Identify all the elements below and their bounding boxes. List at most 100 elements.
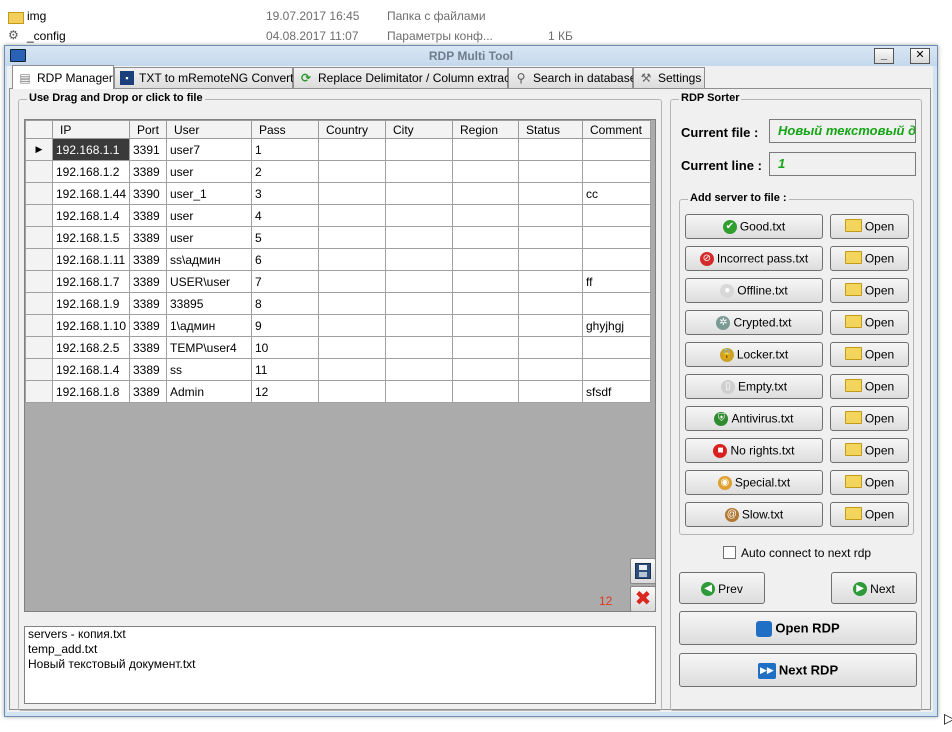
table-cell[interactable]: 3389: [129, 314, 167, 337]
table-cell[interactable]: user: [166, 204, 252, 227]
row-header[interactable]: [25, 160, 53, 183]
open-file-button[interactable]: Open: [830, 246, 909, 271]
table-cell[interactable]: [518, 248, 583, 271]
table-row[interactable]: 192.168.1.5 3389 user 5: [25, 226, 651, 249]
table-cell[interactable]: user_1: [166, 182, 252, 205]
table-cell[interactable]: [318, 336, 386, 359]
add-to-locker-button[interactable]: 🔒 Locker.txt: [685, 342, 823, 367]
table-cell[interactable]: [452, 358, 519, 381]
table-cell[interactable]: 3389: [129, 292, 167, 315]
table-cell[interactable]: [385, 270, 453, 293]
table-cell[interactable]: [518, 380, 583, 403]
next-rdp-button[interactable]: ▶▶ Next RDP: [679, 653, 917, 687]
open-file-button[interactable]: Open: [830, 310, 909, 335]
add-to-antivirus-button[interactable]: ⛨ Antivirus.txt: [685, 406, 823, 431]
table-cell[interactable]: 3389: [129, 380, 167, 403]
auto-connect-checkbox[interactable]: [723, 546, 736, 559]
tab-settings[interactable]: ⚒ Settings: [633, 67, 705, 88]
open-file-button[interactable]: Open: [830, 214, 909, 239]
table-row[interactable]: 192.168.1.4 3389 ss 11: [25, 358, 651, 381]
table-cell[interactable]: [518, 182, 583, 205]
add-to-empty-button[interactable]: ▯ Empty.txt: [685, 374, 823, 399]
add-to-incorrect-pass-button[interactable]: ⊘ Incorrect pass.txt: [685, 246, 823, 271]
table-cell[interactable]: 7: [251, 270, 319, 293]
explorer-row[interactable]: ⚙ _config 04.08.2017 11:07 Параметры кон…: [0, 26, 952, 46]
table-cell[interactable]: 5: [251, 226, 319, 249]
table-cell[interactable]: 3391: [129, 138, 167, 161]
table-cell[interactable]: 9: [251, 314, 319, 337]
table-cell[interactable]: [582, 204, 651, 227]
table-cell[interactable]: [582, 292, 651, 315]
table-row[interactable]: ▶ 192.168.1.1 3391 user7 1: [25, 138, 651, 161]
table-cell[interactable]: [518, 226, 583, 249]
table-cell[interactable]: 192.168.2.5: [52, 336, 130, 359]
file-list-item[interactable]: servers - копия.txt: [25, 627, 655, 642]
column-header[interactable]: IP: [52, 120, 130, 139]
close-button[interactable]: ✕: [910, 48, 930, 64]
row-header[interactable]: [25, 182, 53, 205]
row-header[interactable]: [25, 270, 53, 293]
table-cell[interactable]: 192.168.1.8: [52, 380, 130, 403]
table-cell[interactable]: 1\админ: [166, 314, 252, 337]
table-cell[interactable]: [318, 182, 386, 205]
table-cell[interactable]: [385, 380, 453, 403]
tab-txt-converter[interactable]: ▪ TXT to mRemoteNG Converter: [114, 67, 304, 88]
open-file-button[interactable]: Open: [830, 278, 909, 303]
tab-rdp-manager[interactable]: ▤ RDP Manager: [12, 65, 114, 89]
table-cell[interactable]: [385, 204, 453, 227]
open-file-button[interactable]: Open: [830, 438, 909, 463]
row-header[interactable]: [25, 314, 53, 337]
table-cell[interactable]: [318, 358, 386, 381]
table-cell[interactable]: 192.168.1.4: [52, 204, 130, 227]
table-cell[interactable]: [518, 204, 583, 227]
table-cell[interactable]: [385, 358, 453, 381]
table-cell[interactable]: [452, 138, 519, 161]
table-cell[interactable]: [582, 138, 651, 161]
delete-button[interactable]: ✖: [630, 586, 656, 612]
save-button[interactable]: [630, 558, 656, 584]
table-cell[interactable]: [518, 358, 583, 381]
column-header[interactable]: Status: [518, 120, 583, 139]
table-row[interactable]: 192.168.1.44 3390 user_1 3 cc: [25, 182, 651, 205]
table-cell[interactable]: [582, 358, 651, 381]
table-cell[interactable]: 10: [251, 336, 319, 359]
tab-replace-delimitator[interactable]: ⟳ Replace Delimitator / Column extractor: [293, 67, 524, 88]
add-to-crypted-button[interactable]: ✲ Crypted.txt: [685, 310, 823, 335]
table-cell[interactable]: 192.168.1.7: [52, 270, 130, 293]
table-cell[interactable]: [582, 248, 651, 271]
row-header[interactable]: [25, 380, 53, 403]
table-cell[interactable]: [518, 292, 583, 315]
table-cell[interactable]: TEMP\user4: [166, 336, 252, 359]
server-grid[interactable]: IP Port User Pass Country City Region St…: [24, 119, 656, 612]
table-cell[interactable]: ss: [166, 358, 252, 381]
table-cell[interactable]: [452, 226, 519, 249]
add-to-no-rights-button[interactable]: ■ No rights.txt: [685, 438, 823, 463]
column-header[interactable]: City: [385, 120, 453, 139]
table-cell[interactable]: 4: [251, 204, 319, 227]
table-cell[interactable]: user7: [166, 138, 252, 161]
table-cell[interactable]: 2: [251, 160, 319, 183]
row-header[interactable]: [25, 248, 53, 271]
table-cell[interactable]: 1: [251, 138, 319, 161]
table-cell[interactable]: [452, 270, 519, 293]
file-list-item[interactable]: Новый текстовый документ.txt: [25, 657, 655, 672]
table-cell[interactable]: [518, 270, 583, 293]
table-cell[interactable]: [318, 138, 386, 161]
table-cell[interactable]: 192.168.1.4: [52, 358, 130, 381]
table-cell[interactable]: [385, 292, 453, 315]
open-file-button[interactable]: Open: [830, 470, 909, 495]
table-cell[interactable]: [385, 226, 453, 249]
table-cell[interactable]: USER\user: [166, 270, 252, 293]
table-cell[interactable]: 3: [251, 182, 319, 205]
table-cell[interactable]: [318, 248, 386, 271]
table-cell[interactable]: 192.168.1.9: [52, 292, 130, 315]
tab-search-database[interactable]: ⚲ Search in database: [508, 67, 636, 88]
table-row[interactable]: 192.168.1.4 3389 user 4: [25, 204, 651, 227]
add-to-slow-button[interactable]: @ Slow.txt: [685, 502, 823, 527]
table-cell[interactable]: 3389: [129, 270, 167, 293]
table-cell[interactable]: [385, 314, 453, 337]
table-cell[interactable]: [452, 182, 519, 205]
row-header[interactable]: [25, 358, 53, 381]
table-cell[interactable]: [385, 248, 453, 271]
table-cell[interactable]: [318, 314, 386, 337]
